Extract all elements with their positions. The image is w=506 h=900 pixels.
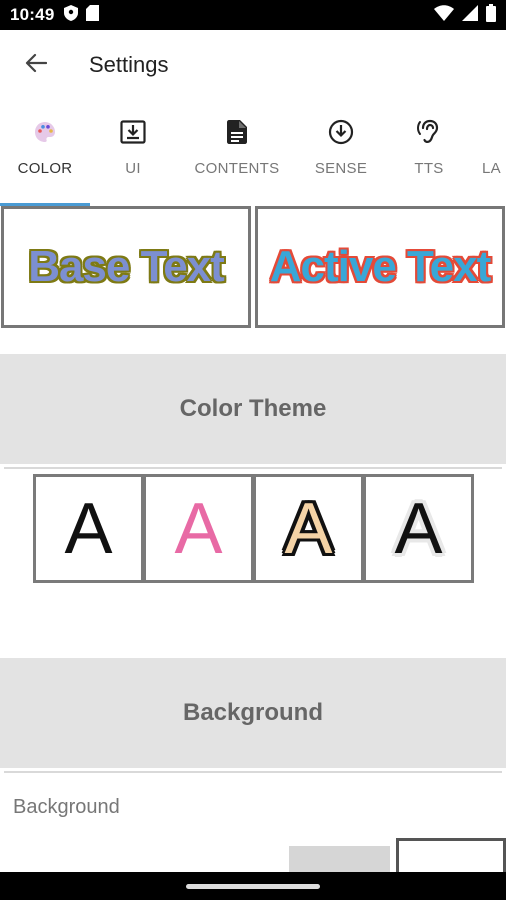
status-left-icons [64, 4, 100, 26]
tab-sense[interactable]: SENSE [298, 108, 384, 206]
arrow-down-circle-icon [327, 118, 355, 146]
theme-letter: A [174, 488, 223, 569]
signal-icon [462, 4, 478, 26]
tab-label: CONTENTS [194, 160, 280, 177]
tab-la[interactable]: LA [474, 108, 506, 206]
status-bar: 10:49 [0, 0, 506, 30]
background-swatch-white[interactable] [396, 838, 506, 872]
status-time: 10:49 [10, 5, 55, 24]
back-button[interactable] [16, 45, 56, 85]
color-theme-options: A A A A [33, 474, 474, 583]
wifi-icon [434, 4, 454, 26]
tab-color[interactable]: COLOR [0, 108, 90, 206]
background-header: Background [0, 658, 506, 768]
theme-letter: A [284, 488, 333, 569]
navigation-bar [0, 872, 506, 900]
sd-card-icon [86, 4, 100, 26]
status-right-icons [434, 3, 496, 27]
tab-label: SENSE [314, 160, 368, 177]
download-box-icon [119, 118, 147, 146]
background-setting-label: Background [13, 796, 120, 818]
color-theme-header: Color Theme [0, 354, 506, 464]
base-text-preview[interactable]: Base Text [1, 206, 251, 328]
page-title: Settings [89, 52, 169, 77]
palette-icon [31, 118, 59, 146]
text-preview-row: Base Text Active Text [0, 206, 506, 328]
active-text-preview[interactable]: Active Text [255, 206, 505, 328]
base-text-sample: Base Text [28, 242, 225, 291]
tab-label: TTS [414, 160, 444, 177]
tab-ui[interactable]: UI [90, 108, 176, 206]
hearing-icon [415, 118, 443, 146]
tab-tts[interactable]: TTS [384, 108, 474, 206]
arrow-left-icon [25, 53, 48, 78]
tab-bar: COLOR UI CONTENTS SENSE TTS LA [0, 108, 506, 206]
theme-option-pink[interactable]: A [143, 474, 254, 583]
shield-icon [64, 4, 79, 26]
tab-contents[interactable]: CONTENTS [176, 108, 298, 206]
tab-label: COLOR [17, 160, 73, 177]
active-text-sample: Active Text [269, 242, 491, 291]
divider [4, 771, 502, 773]
theme-option-cream-outlined[interactable]: A [253, 474, 364, 583]
app-bar: Settings [0, 30, 506, 100]
tab-icon-offscreen [482, 118, 506, 146]
battery-icon [486, 3, 496, 27]
document-icon [223, 118, 251, 146]
tab-label: UI [125, 160, 141, 177]
theme-letter: A [64, 488, 113, 569]
theme-option-black-glow[interactable]: A [363, 474, 474, 583]
theme-letter: A [394, 488, 443, 569]
tab-label: LA [482, 160, 501, 177]
divider [4, 467, 502, 469]
home-indicator[interactable] [186, 883, 320, 889]
background-swatch-gray[interactable] [289, 846, 390, 872]
theme-option-black[interactable]: A [33, 474, 144, 583]
